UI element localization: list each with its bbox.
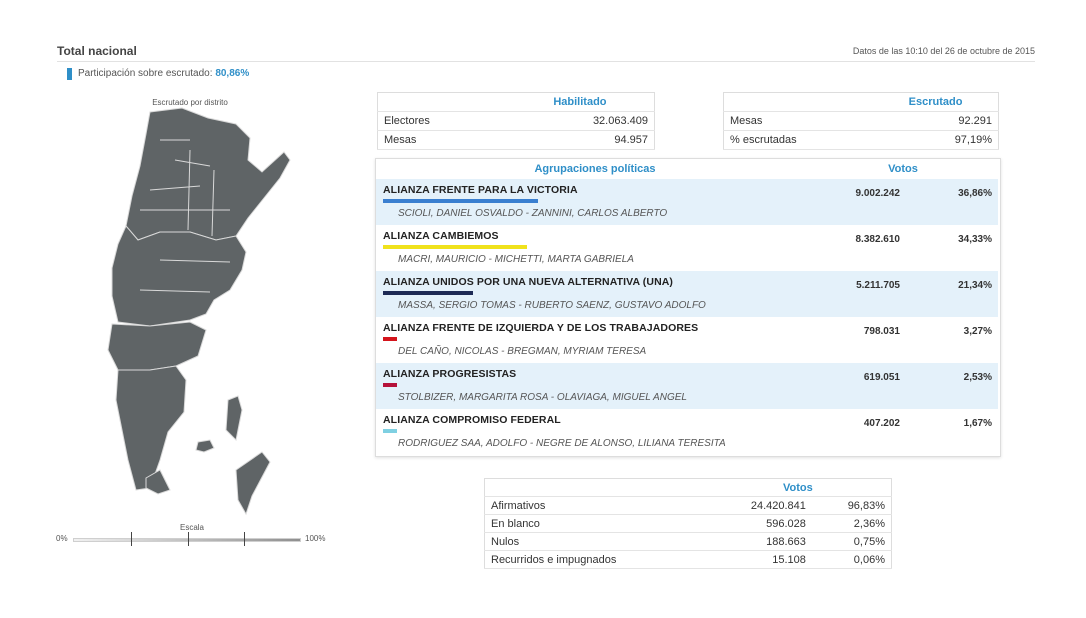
row-label: Mesas bbox=[377, 130, 506, 150]
row-label: % escrutadas bbox=[723, 130, 874, 150]
party-votes: 9.002.242 bbox=[855, 188, 901, 199]
party-row[interactable]: ALIANZA UNIDOS POR UNA NUEVA ALTERNATIVA… bbox=[376, 271, 998, 317]
table-row: Mesas 94.957 bbox=[377, 130, 655, 150]
row-label: Mesas bbox=[723, 111, 874, 131]
party-row[interactable]: ALIANZA FRENTE PARA LA VICTORIA SCIOLI, … bbox=[376, 179, 998, 225]
row-label: Electores bbox=[377, 111, 506, 131]
party-color-bar bbox=[383, 337, 397, 341]
header-divider bbox=[57, 61, 1035, 62]
row-label: Recurridos e impugnados bbox=[484, 550, 705, 569]
row-label: En blanco bbox=[484, 514, 705, 533]
map-region-north bbox=[125, 107, 291, 241]
scale-label: Escala bbox=[179, 523, 204, 532]
scale-gradient-bar bbox=[73, 538, 301, 542]
party-row[interactable]: ALIANZA CAMBIEMOS MACRI, MAURICIO - MICH… bbox=[376, 225, 998, 271]
map-region-patagonia-south bbox=[115, 365, 187, 491]
party-candidates: MASSA, SERGIO TOMAS - RUBERTO SAENZ, GUS… bbox=[398, 300, 706, 311]
map-region-islands bbox=[225, 395, 243, 442]
scale-min-label: 0% bbox=[56, 534, 68, 543]
table-row: En blanco 596.028 2,36% bbox=[484, 514, 892, 533]
party-percent: 2,53% bbox=[963, 372, 992, 383]
row-label: Nulos bbox=[484, 532, 705, 551]
votes-header: Votos bbox=[888, 163, 918, 175]
map-region-antarctica bbox=[235, 451, 271, 516]
party-color-bar bbox=[383, 383, 397, 387]
participation-text: Participación sobre escrutado: 80,86% bbox=[78, 68, 249, 79]
party-candidates: MACRI, MAURICIO - MICHETTI, MARTA GABRIE… bbox=[398, 254, 634, 265]
party-votes: 8.382.610 bbox=[855, 234, 901, 245]
party-row[interactable]: ALIANZA FRENTE DE IZQUIERDA Y DE LOS TRA… bbox=[376, 317, 998, 363]
habilitado-table: Habilitado Electores 32.063.409 Mesas 94.9… bbox=[377, 92, 655, 150]
data-timestamp: Datos de las 10:10 del 26 de octubre de … bbox=[852, 46, 1035, 56]
party-percent: 1,67% bbox=[963, 418, 992, 429]
row-value: 94.957 bbox=[505, 130, 655, 150]
row-percent: 0,75% bbox=[811, 532, 892, 551]
party-color-bar bbox=[383, 291, 473, 295]
party-name: ALIANZA COMPROMISO FEDERAL bbox=[383, 414, 561, 426]
party-name: ALIANZA UNIDOS POR UNA NUEVA ALTERNATIVA… bbox=[383, 276, 674, 288]
party-percent: 36,86% bbox=[958, 188, 992, 199]
row-value: 92.291 bbox=[873, 111, 999, 131]
party-votes: 619.051 bbox=[863, 372, 900, 383]
argentina-district-map[interactable] bbox=[80, 105, 310, 525]
row-value: 596.028 bbox=[704, 514, 812, 533]
party-candidates: DEL CAÑO, NICOLAS - BREGMAN, MYRIAM TERE… bbox=[398, 346, 647, 357]
habilitado-header: Habilitado bbox=[505, 92, 655, 112]
party-row[interactable]: ALIANZA PROGRESISTAS STOLBIZER, MARGARIT… bbox=[376, 363, 998, 409]
row-percent: 0,06% bbox=[811, 550, 892, 569]
party-percent: 21,34% bbox=[958, 280, 992, 291]
row-label: Afirmativos bbox=[484, 496, 705, 515]
map-region-malvinas bbox=[195, 439, 215, 453]
map-region-center bbox=[111, 225, 247, 327]
party-candidates: RODRIGUEZ SAA, ADOLFO - NEGRE DE ALONSO,… bbox=[398, 438, 726, 449]
party-color-bar bbox=[383, 245, 527, 249]
party-candidates: STOLBIZER, MARGARITA ROSA - OLAVIAGA, MI… bbox=[398, 392, 687, 403]
escrutado-table: Escrutado Mesas 92.291 % escrutadas 97,19% bbox=[723, 92, 999, 150]
row-percent: 96,83% bbox=[811, 496, 892, 515]
participation-value: 80,86% bbox=[215, 68, 250, 79]
participation-label: Participación sobre escrutado: bbox=[78, 68, 213, 79]
votes-summary-table: Votos Afirmativos 24.420.841 96,83% En bla… bbox=[484, 478, 892, 569]
summary-header: Votos bbox=[704, 478, 892, 497]
party-percent: 3,27% bbox=[963, 326, 992, 337]
row-percent: 2,36% bbox=[811, 514, 892, 533]
scale-tick bbox=[188, 532, 189, 546]
party-name: ALIANZA FRENTE PARA LA VICTORIA bbox=[383, 184, 578, 196]
party-color-bar bbox=[383, 199, 538, 203]
party-candidates: SCIOLI, DANIEL OSVALDO - ZANNINI, CARLOS… bbox=[398, 208, 668, 219]
scale-tick bbox=[131, 532, 132, 546]
table-row: % escrutadas 97,19% bbox=[723, 130, 999, 150]
table-row: Electores 32.063.409 bbox=[377, 111, 655, 131]
party-row[interactable]: ALIANZA COMPROMISO FEDERAL RODRIGUEZ SAA… bbox=[376, 409, 998, 455]
row-value: 15.108 bbox=[704, 550, 812, 569]
row-value: 32.063.409 bbox=[505, 111, 655, 131]
scale-tick bbox=[244, 532, 245, 546]
party-name: ALIANZA CAMBIEMOS bbox=[383, 230, 499, 242]
parties-header: Agrupaciones políticas bbox=[534, 163, 656, 175]
scale-max-label: 100% bbox=[305, 534, 326, 543]
party-name: ALIANZA FRENTE DE IZQUIERDA Y DE LOS TRA… bbox=[383, 322, 699, 334]
row-value: 188.663 bbox=[704, 532, 812, 551]
table-row: Afirmativos 24.420.841 96,83% bbox=[484, 496, 892, 515]
row-value: 24.420.841 bbox=[704, 496, 812, 515]
table-row: Mesas 92.291 bbox=[723, 111, 999, 131]
party-name: ALIANZA PROGRESISTAS bbox=[383, 368, 517, 380]
party-votes: 798.031 bbox=[863, 326, 900, 337]
party-votes: 407.202 bbox=[863, 418, 900, 429]
table-row: Nulos 188.663 0,75% bbox=[484, 532, 892, 551]
party-votes: 5.211.705 bbox=[856, 280, 900, 291]
escrutado-header: Escrutado bbox=[873, 92, 999, 112]
map-region-patagonia-north bbox=[107, 321, 207, 371]
table-row: Recurridos e impugnados 15.108 0,06% bbox=[484, 550, 892, 569]
page-title: Total nacional bbox=[57, 44, 137, 58]
row-value: 97,19% bbox=[873, 130, 999, 150]
participation-marker bbox=[67, 68, 72, 80]
party-color-bar bbox=[383, 429, 397, 433]
party-percent: 34,33% bbox=[958, 234, 992, 245]
